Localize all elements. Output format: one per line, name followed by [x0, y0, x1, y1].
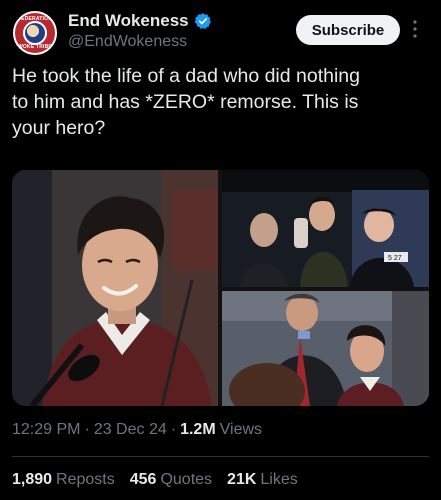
photo-man-smiling-courtroom[interactable]	[12, 170, 218, 406]
avatar-emblem	[25, 23, 45, 43]
media-grid[interactable]: 5 27	[12, 170, 429, 406]
subscribe-button[interactable]: Subscribe	[296, 15, 400, 45]
photo-man-with-lawyer[interactable]	[222, 291, 429, 406]
views-label: Views	[219, 421, 263, 438]
more-vertical-icon[interactable]	[413, 20, 417, 38]
photo-left-illustration	[12, 170, 218, 406]
likes-label: Likes	[260, 471, 298, 488]
separator-dot: ·	[84, 421, 90, 438]
tweet-header: FEDERATION WOKE TRIBE End Wokeness @EndW…	[0, 0, 441, 60]
quotes-stat[interactable]: 456 Quotes	[130, 471, 212, 489]
divider	[12, 456, 429, 457]
likes-stat[interactable]: 21K Likes	[227, 471, 298, 489]
photo-br-illustration	[222, 291, 429, 406]
engagement-stats: 1,890 Reposts 456 Quotes 21K Likes	[12, 471, 298, 489]
author-display-name[interactable]: End Wokeness	[68, 11, 189, 31]
avatar-bottom-text: WOKE TRIBE	[18, 44, 52, 50]
tweet-time[interactable]: 12:29 PM	[12, 421, 80, 439]
verified-badge-icon	[194, 13, 211, 29]
avatar[interactable]: FEDERATION WOKE TRIBE	[13, 11, 57, 55]
photo-car-interior-three-men[interactable]: 5 27	[222, 170, 429, 287]
tweet-text: He took the life of a dad who did nothin…	[12, 65, 360, 139]
reposts-count: 1,890	[12, 471, 53, 488]
quotes-count: 456	[129, 471, 157, 488]
reposts-label: Reposts	[56, 471, 115, 488]
quotes-label: Quotes	[160, 471, 213, 488]
author-name-row: End Wokeness	[68, 10, 212, 32]
avatar-top-text: FEDERATION	[17, 16, 53, 22]
tweet-metadata: 12:29 PM · 23 Dec 24 · 1.2M Views	[12, 421, 262, 439]
tweet-date[interactable]: 23 Dec 24	[94, 421, 167, 439]
reposts-stat[interactable]: 1,890 Reposts	[12, 471, 115, 489]
author-handle[interactable]: @EndWokeness	[68, 33, 187, 51]
likes-count: 21K	[227, 471, 257, 488]
separator-dot: ·	[170, 421, 177, 438]
photo-tr-illustration: 5 27	[222, 170, 429, 287]
car-plate-label: 5 27	[388, 255, 402, 262]
views-count: 1.2M	[180, 421, 216, 438]
